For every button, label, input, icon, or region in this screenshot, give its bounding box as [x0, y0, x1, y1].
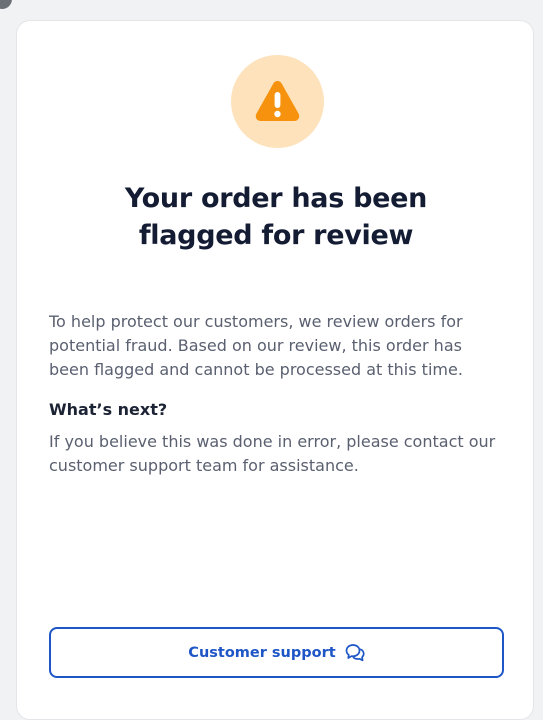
review-explanation: To help protect our customers, we review…	[49, 310, 511, 382]
warning-triangle-icon	[255, 81, 300, 121]
explanation-line: To help protect our customers, we review…	[49, 312, 463, 331]
whats-next-heading: What’s next?	[49, 400, 168, 419]
whats-next-text: If you believe this was done in error, p…	[49, 430, 511, 478]
explanation-line: potential fraud. Based on our review, th…	[49, 336, 462, 355]
customer-support-label: Customer support	[188, 644, 336, 661]
page-title: Your order has been flagged for review	[17, 180, 535, 254]
chat-bubbles-icon	[345, 643, 365, 662]
customer-support-button[interactable]: Customer support	[49, 627, 504, 678]
next-line: customer support team for assistance.	[49, 456, 359, 475]
title-line: flagged for review	[138, 220, 414, 251]
corner-indicator	[0, 0, 12, 9]
explanation-line: been flagged and cannot be processed at …	[49, 360, 463, 379]
warning-badge	[231, 55, 324, 148]
next-line: If you believe this was done in error, p…	[49, 432, 496, 451]
order-review-card: Your order has been flagged for review T…	[16, 20, 534, 720]
title-line: Your order has been	[124, 183, 428, 214]
